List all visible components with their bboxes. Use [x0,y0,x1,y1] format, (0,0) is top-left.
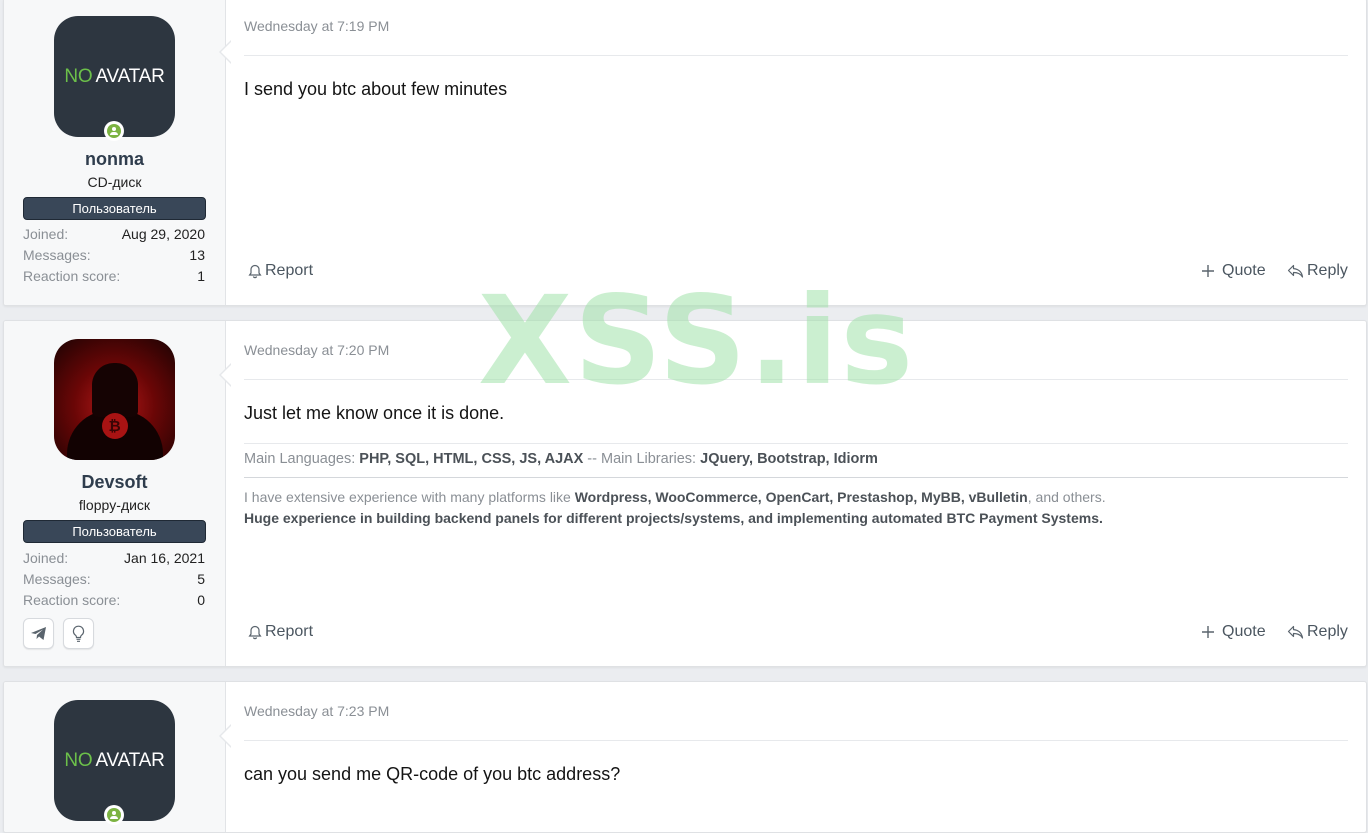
user-banner: Пользователь [23,197,206,220]
stat-label: Reaction score: [23,268,121,284]
post-arrow [219,363,232,387]
stat-reaction-score: Reaction score: 1 [23,268,205,284]
post-date[interactable]: Wednesday at 7:23 PM [244,703,389,719]
sig-text: , and others. [1027,489,1106,505]
stat-joined: Joined: Jan 16, 2021 [23,550,205,566]
user-cell: NO AVATAR [4,682,226,832]
signature-line-1: Main Languages: PHP, SQL, HTML, CSS, JS,… [244,451,1348,467]
telegram-icon [31,627,46,640]
lightbulb-button[interactable] [63,618,94,649]
user-banner: Пользователь [23,520,206,543]
post-3: NO AVATAR Wednesday at 7:23 PM can you se… [3,681,1367,833]
post-arrow [219,724,232,748]
stat-value: 1 [197,268,205,284]
message-text: I send you btc about few minutes [244,79,508,99]
bell-icon [248,264,262,278]
stat-reaction-score: Reaction score: 0 [23,592,205,608]
user-title: CD-диск [87,174,142,190]
avatar[interactable]: ₿ [54,339,175,460]
report-label: Report [265,262,314,279]
post-1: NO AVATAR nonma CD-диск Пользователь Join… [3,0,1367,306]
sig-text: I have extensive experience with many pl… [244,489,575,505]
signature-line-2: I have extensive experience with many pl… [244,489,1348,505]
avatar[interactable]: NO AVATAR [54,16,175,137]
avatar-avatar-text: AVATAR [95,749,165,771]
user-title: floppy-диск [78,497,151,513]
divider [244,740,1348,741]
telegram-button[interactable] [23,618,54,649]
stat-messages: Messages: 5 [23,571,205,587]
signature-divider [244,443,1348,444]
post-date[interactable]: Wednesday at 7:19 PM [244,18,389,34]
report-label: Report [265,623,314,640]
sig-experience: Huge experience in building backend pane… [244,510,1103,526]
message-text: can you send me QR-code of you btc addre… [244,764,621,784]
plus-icon [1202,265,1214,277]
user-cell: NO AVATAR nonma CD-диск Пользователь Join… [4,0,226,305]
stat-value: Jan 16, 2021 [124,550,205,566]
signature-line-3: Huge experience in building backend pane… [244,510,1348,526]
stat-value: 5 [197,571,205,587]
stat-value: 13 [189,247,205,263]
stat-label: Reaction score: [23,592,121,608]
quote-button[interactable]: Quote [1201,623,1266,641]
sig-libraries: JQuery, Bootstrap, Idiorm [700,451,878,467]
plus-icon [1202,626,1214,638]
reply-label: Reply [1307,262,1348,279]
avatar-avatar-text: AVATAR [95,65,165,87]
bitcoin-icon: ₿ [101,413,128,440]
stat-label: Messages: [23,571,91,587]
hood-shape [91,362,138,417]
reply-arrow-icon [1287,264,1304,278]
username[interactable]: nonma [4,149,225,170]
reply-button[interactable]: Reply [1287,262,1348,280]
reply-arrow-icon [1287,625,1304,639]
report-button[interactable]: Report [248,623,313,641]
bell-icon [248,625,262,639]
sig-text: Main Languages: [244,451,360,467]
avatar-no-text: NO [64,65,93,87]
post-arrow [219,40,232,64]
message-text: Just let me know once it is done. [244,403,505,423]
quote-label: Quote [1222,623,1266,640]
signature-divider [244,477,1348,478]
avatar-no-text: NO [64,749,93,771]
stat-value: Aug 29, 2020 [121,226,205,242]
online-status-icon [104,805,124,825]
stat-label: Joined: [23,226,69,242]
stat-joined: Joined: Aug 29, 2020 [23,226,205,242]
stat-messages: Messages: 13 [23,247,205,263]
avatar[interactable]: NO AVATAR [54,700,175,821]
sig-text: -- Main Libraries: [583,451,701,467]
quote-button[interactable]: Quote [1201,262,1266,280]
post-date[interactable]: Wednesday at 7:20 PM [244,342,389,358]
divider [244,55,1348,56]
divider [244,379,1348,380]
reply-label: Reply [1307,623,1348,640]
lightbulb-icon [72,625,85,642]
quote-label: Quote [1222,262,1266,279]
sig-languages: PHP, SQL, HTML, CSS, JS, AJAX [359,451,584,467]
sig-platforms: Wordpress, WooCommerce, OpenCart, Presta… [574,489,1028,505]
user-cell: ₿ Devsoft floppy-диск Пользователь Joine… [4,321,226,666]
post-2: ₿ Devsoft floppy-диск Пользователь Joine… [3,320,1367,667]
stat-label: Messages: [23,247,91,263]
stat-label: Joined: [23,550,69,566]
username[interactable]: Devsoft [4,472,225,493]
reply-button[interactable]: Reply [1287,623,1348,641]
stat-value: 0 [197,592,205,608]
online-status-icon [104,121,124,141]
report-button[interactable]: Report [248,262,313,280]
